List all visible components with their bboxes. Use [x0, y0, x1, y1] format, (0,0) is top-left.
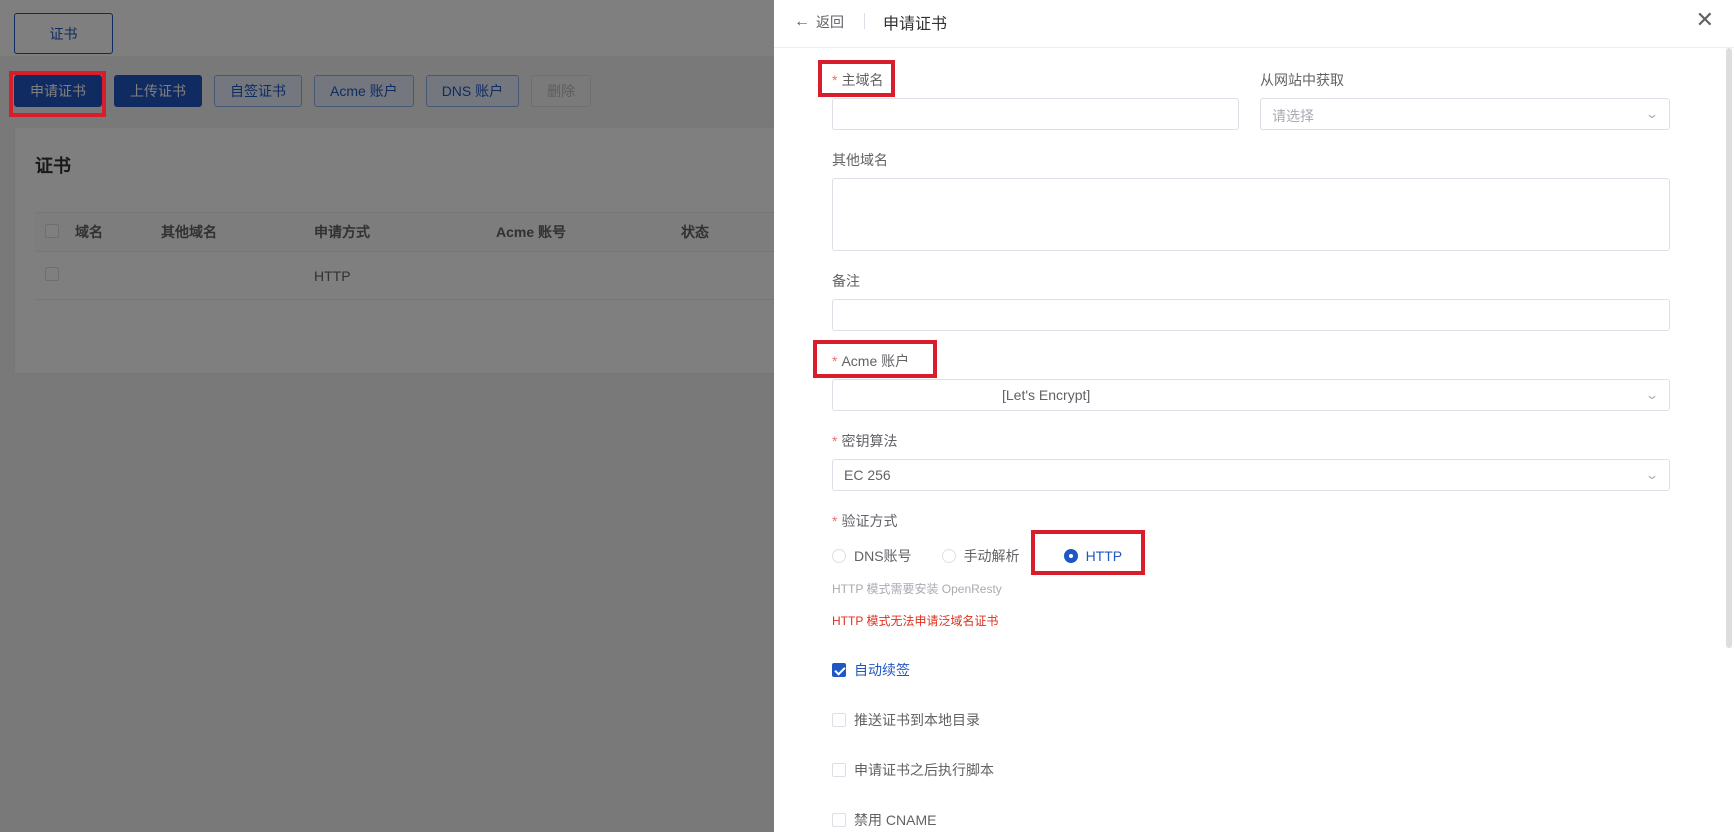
from-website-placeholder: 请选择 [1272, 108, 1314, 124]
required-mark: * [832, 433, 838, 449]
other-domains-label: 其他域名 [832, 152, 888, 168]
required-mark: * [832, 353, 838, 369]
key-algo-value: EC 256 [844, 467, 891, 483]
chevron-down-icon: ⌄ [1644, 468, 1660, 482]
openresty-hint: HTTP 模式需要安装 OpenResty [832, 582, 1002, 596]
acme-account-select[interactable]: [Let's Encrypt] ⌄ [832, 379, 1670, 411]
key-algo-select[interactable]: EC 256 ⌄ [832, 459, 1670, 491]
checkbox-box [832, 663, 846, 677]
close-icon[interactable]: ✕ [1696, 9, 1714, 31]
back-label: 返回 [816, 14, 844, 30]
drawer-title: 申请证书 [883, 16, 948, 33]
checkbox-box [832, 713, 846, 727]
wildcard-warning: HTTP 模式无法申请泛域名证书 [832, 614, 999, 628]
checkbox-box [832, 813, 846, 827]
acme-account-label: * Acme 账户 [832, 353, 910, 369]
verify-method-label: * 验证方式 [832, 513, 898, 529]
drawer-scrollbar[interactable] [1726, 48, 1732, 648]
primary-domain-input[interactable] [832, 98, 1239, 130]
from-website-label: 从网站中获取 [1260, 72, 1344, 88]
radio-dns-account[interactable]: DNS账号 [832, 546, 912, 566]
drawer-header: ← 返回 申请证书 ✕ [774, 0, 1734, 48]
radio-manual[interactable]: 手动解析 [941, 546, 1020, 566]
checkbox-box [832, 763, 846, 777]
remark-label: 备注 [832, 273, 860, 289]
radio-dot [941, 549, 956, 563]
arrow-left-icon: ← [794, 13, 810, 30]
apply-cert-drawer: ← 返回 申请证书 ✕ * 主域名 从网站中获取 请选择 ⌄ 其他域名 备注 * A… [774, 0, 1734, 832]
radio-http[interactable]: HTTP [1063, 548, 1122, 564]
auto-renew-checkbox[interactable]: 自动续签 [832, 660, 910, 680]
acme-account-value: [Let's Encrypt] [1002, 387, 1091, 403]
from-website-select[interactable]: 请选择 ⌄ [1260, 98, 1670, 130]
verify-method-radio-group: DNS账号 手动解析 HTTP [832, 546, 1152, 566]
remark-input[interactable] [832, 299, 1670, 331]
back-button[interactable]: ← 返回 [794, 12, 844, 32]
push-local-checkbox[interactable]: 推送证书到本地目录 [832, 710, 980, 730]
disable-cname-checkbox[interactable]: 禁用 CNAME [832, 810, 936, 830]
exec-script-checkbox[interactable]: 申请证书之后执行脚本 [832, 760, 994, 780]
required-mark: * [832, 513, 838, 529]
radio-dot [1063, 549, 1078, 563]
chevron-down-icon: ⌄ [1644, 107, 1660, 121]
primary-domain-label: * 主域名 [832, 72, 884, 88]
other-domains-textarea[interactable] [832, 178, 1670, 251]
key-algo-label: * 密钥算法 [832, 433, 898, 449]
chevron-down-icon: ⌄ [1644, 388, 1660, 402]
header-divider [864, 13, 865, 29]
required-mark: * [832, 72, 838, 88]
radio-dot [832, 549, 846, 563]
